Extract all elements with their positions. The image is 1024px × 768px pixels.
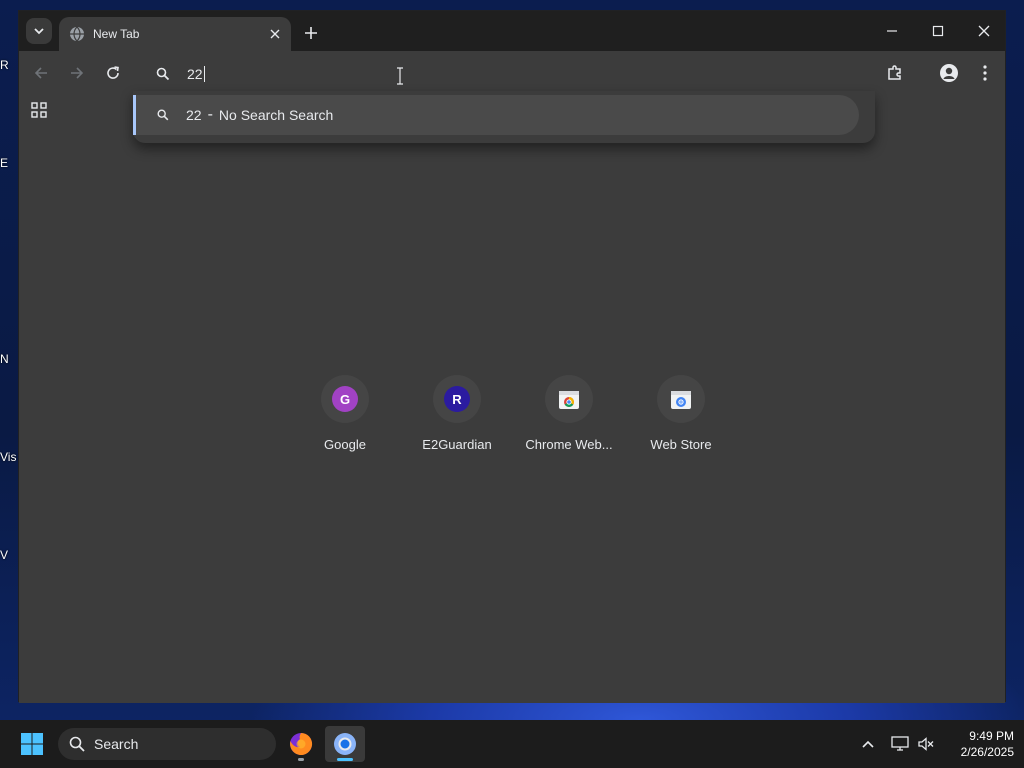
toolbar: 22 xyxy=(19,51,1005,95)
desktop-icon-label[interactable]: V xyxy=(0,548,18,562)
new-tab-button[interactable] xyxy=(299,21,323,45)
puzzle-icon xyxy=(888,65,901,80)
omnibox-input[interactable]: 22 xyxy=(187,66,205,82)
speaker-muted-icon xyxy=(918,737,934,751)
minimize-button[interactable] xyxy=(869,17,915,45)
kebab-menu-icon xyxy=(983,65,987,81)
app-active-indicator xyxy=(337,758,353,761)
letter-avatar-icon: G xyxy=(332,386,358,412)
shortcut-tile: G xyxy=(321,375,369,423)
show-hidden-icons-button[interactable] xyxy=(858,734,878,754)
chrome-icon xyxy=(334,733,356,755)
close-icon xyxy=(978,25,990,37)
maximize-button[interactable] xyxy=(915,17,961,45)
shortcut-chrome-web-store[interactable]: Chrome Web... xyxy=(513,375,625,465)
search-icon xyxy=(69,736,85,752)
app-running-indicator xyxy=(298,758,304,761)
back-button[interactable] xyxy=(29,61,53,85)
clock-time: 9:49 PM xyxy=(969,729,1014,743)
desktop-icon-label[interactable]: N xyxy=(0,352,18,366)
omnibox-suggestions: 22 - No Search Search xyxy=(133,91,875,143)
tab-new-tab[interactable]: New Tab xyxy=(59,17,291,51)
profile-button[interactable] xyxy=(935,61,963,85)
tab-title: New Tab xyxy=(93,27,140,41)
shortcut-web-store[interactable]: Web Store xyxy=(625,375,737,465)
shortcut-google[interactable]: G Google xyxy=(289,375,401,465)
shortcut-label: Web Store xyxy=(650,437,712,452)
close-window-button[interactable] xyxy=(961,17,1007,45)
reload-button[interactable] xyxy=(101,61,125,85)
avatar-icon xyxy=(940,64,958,82)
shortcut-tile xyxy=(657,375,705,423)
volume-icon[interactable] xyxy=(916,734,936,754)
taskbar: Search 9:49 PM 2/26/2025 xyxy=(0,720,1024,768)
shortcut-label: E2Guardian xyxy=(422,437,492,452)
web-store-icon xyxy=(671,391,691,409)
suggestion-item[interactable]: 22 - No Search Search xyxy=(133,95,859,135)
shortcut-label: Google xyxy=(324,437,366,452)
new-tab-page: G Google R E2Guardian Chrome Web... Web … xyxy=(19,125,1005,703)
taskbar-app-chrome[interactable] xyxy=(325,726,365,762)
firefox-icon xyxy=(290,732,313,755)
search-icon xyxy=(156,67,170,81)
arrow-right-icon xyxy=(71,67,84,79)
network-icon-glyph xyxy=(891,736,909,751)
suggestion-description: No Search Search xyxy=(218,107,334,123)
shortcut-label: Chrome Web... xyxy=(525,437,613,452)
chevron-down-icon xyxy=(34,28,44,35)
omnibox[interactable]: 22 xyxy=(133,59,861,89)
reload-icon xyxy=(107,66,119,79)
suggestion-separator: - xyxy=(207,106,213,123)
shortcut-e2guardian[interactable]: R E2Guardian xyxy=(401,375,513,465)
taskbar-search-label: Search xyxy=(94,736,139,752)
minimize-icon xyxy=(887,30,897,32)
shortcut-tile xyxy=(545,375,593,423)
taskbar-search[interactable]: Search xyxy=(58,728,276,760)
windows-start-icon[interactable] xyxy=(20,732,44,756)
clock-date: 2/26/2025 xyxy=(960,745,1014,759)
close-tab-button[interactable] xyxy=(265,24,285,44)
globe-icon xyxy=(69,26,85,42)
chevron-up-icon xyxy=(862,740,874,748)
menu-button[interactable] xyxy=(971,61,999,85)
close-icon xyxy=(270,29,280,39)
taskbar-app-firefox[interactable] xyxy=(281,726,321,762)
forward-button[interactable] xyxy=(65,61,89,85)
desktop-icon-label[interactable]: E xyxy=(0,156,18,170)
plus-icon xyxy=(305,27,317,39)
maximize-icon xyxy=(932,25,944,37)
extensions-button[interactable] xyxy=(881,61,909,85)
search-icon xyxy=(157,109,169,121)
chrome-web-store-icon xyxy=(559,391,579,409)
letter-avatar-icon: R xyxy=(444,386,470,412)
text-cursor-icon xyxy=(397,67,403,85)
arrow-left-icon xyxy=(34,67,47,79)
tab-search-button[interactable] xyxy=(26,18,52,44)
taskbar-clock[interactable]: 9:49 PM 2/26/2025 xyxy=(940,728,1014,760)
apps-grid-icon[interactable] xyxy=(31,102,47,118)
browser-window: New Tab 22 G Google R E2Guardian Chrome … xyxy=(18,10,1006,703)
shortcut-tile: R xyxy=(433,375,481,423)
network-icon[interactable] xyxy=(890,734,910,754)
suggestion-query: 22 xyxy=(186,107,202,123)
desktop-icon-label[interactable]: R xyxy=(0,58,18,72)
tab-strip: New Tab xyxy=(19,11,1005,51)
